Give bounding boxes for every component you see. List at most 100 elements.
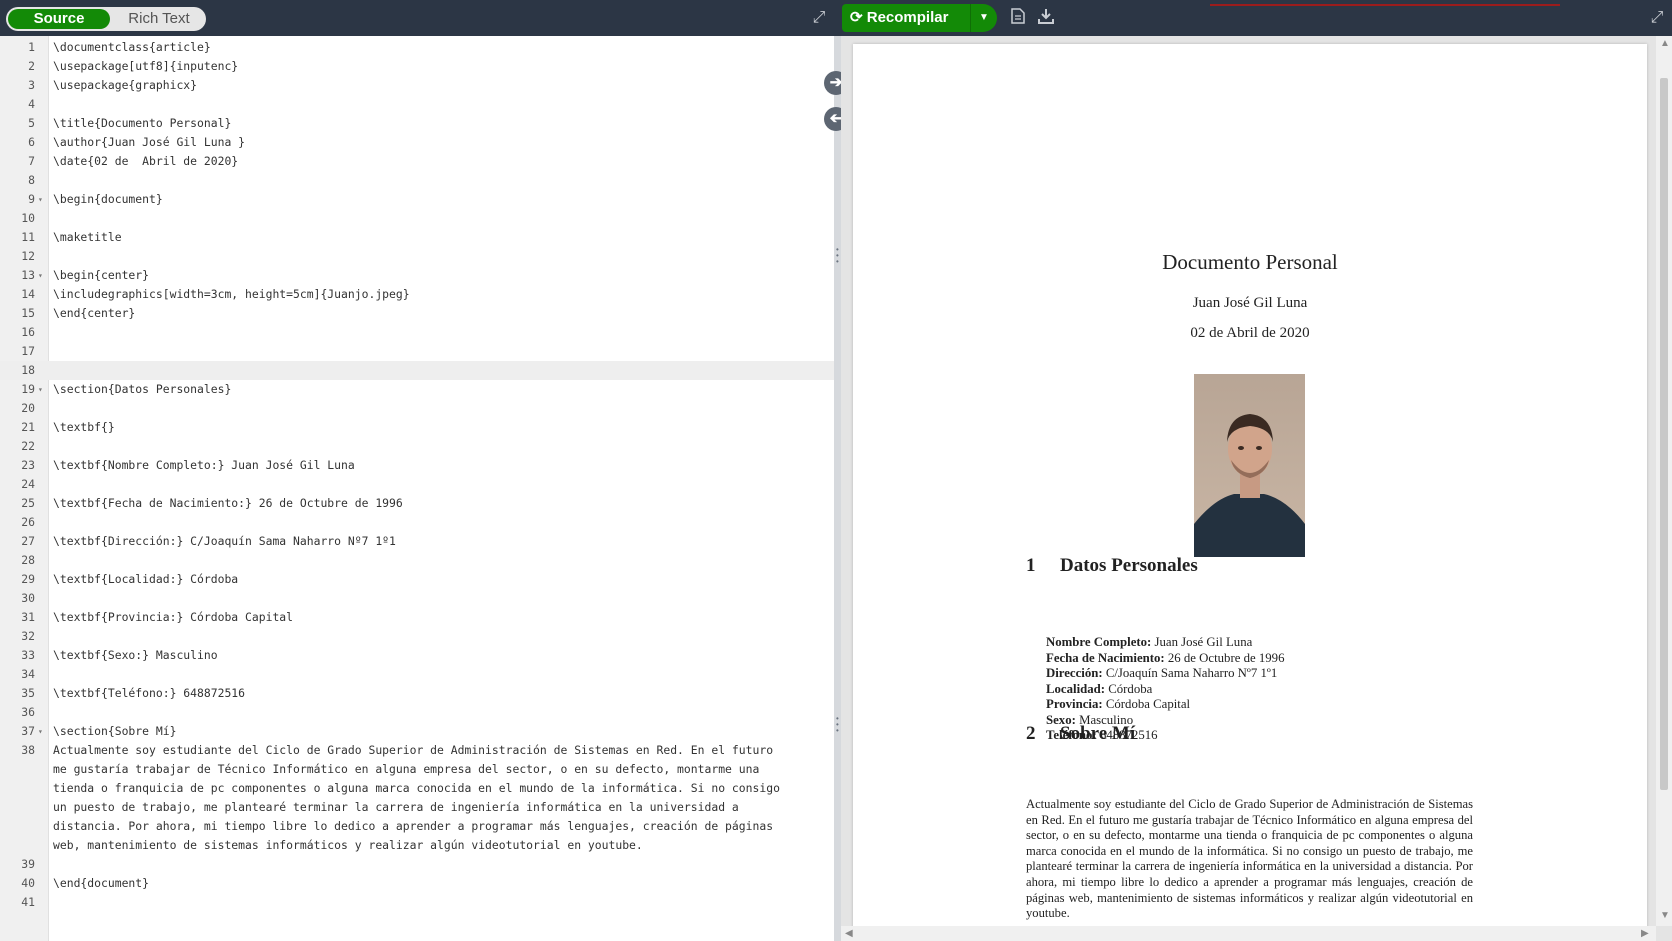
- code-text[interactable]: \maketitle: [53, 228, 122, 247]
- code-text[interactable]: \documentclass{article}: [53, 38, 211, 57]
- code-text[interactable]: \textbf{Sexo:} Masculino: [53, 646, 218, 665]
- scroll-right-icon[interactable]: ▶: [1641, 928, 1649, 939]
- code-text[interactable]: \textbf{Provincia:} Córdoba Capital: [53, 608, 293, 627]
- code-line[interactable]: 30: [0, 589, 834, 608]
- pane-splitter[interactable]: [834, 36, 841, 941]
- code-line[interactable]: me gustaría trabajar de Técnico Informát…: [0, 760, 834, 779]
- code-line[interactable]: 31 \textbf{Provincia:} Córdoba Capital: [0, 608, 834, 627]
- code-line[interactable]: 40 \end{document}: [0, 874, 834, 893]
- code-line[interactable]: 21 \textbf{}: [0, 418, 834, 437]
- code-line[interactable]: 16: [0, 323, 834, 342]
- code-line[interactable]: 34: [0, 665, 834, 684]
- code-line[interactable]: 12: [0, 247, 834, 266]
- code-text[interactable]: \textbf{Dirección:} C/Joaquín Sama Nahar…: [53, 532, 396, 551]
- code-line[interactable]: 35 \textbf{Teléfono:} 648872516: [0, 684, 834, 703]
- fold-toggle-icon[interactable]: ▾: [38, 190, 43, 209]
- scroll-left-icon[interactable]: ◀: [845, 928, 853, 939]
- code-text[interactable]: \textbf{Nombre Completo:} Juan José Gil …: [53, 456, 355, 475]
- code-text[interactable]: Actualmente soy estudiante del Ciclo de …: [53, 741, 773, 760]
- code-line[interactable]: 38 Actualmente soy estudiante del Ciclo d…: [0, 741, 834, 760]
- code-line[interactable]: 23 \textbf{Nombre Completo:} Juan José Gi…: [0, 456, 834, 475]
- scrollbar-thumb[interactable]: [1660, 78, 1668, 790]
- code-line[interactable]: 28: [0, 551, 834, 570]
- code-line[interactable]: 24: [0, 475, 834, 494]
- code-text[interactable]: \end{center}: [53, 304, 135, 323]
- code-line[interactable]: 14 \includegraphics[width=3cm, height=5cm…: [0, 285, 834, 304]
- line-number: 11: [21, 230, 35, 244]
- code-text[interactable]: \end{document}: [53, 874, 149, 893]
- expand-icon[interactable]: ⤢: [810, 9, 828, 27]
- code-line[interactable]: 18: [0, 361, 834, 380]
- code-line[interactable]: 19 ▾ \section{Datos Personales}: [0, 380, 834, 399]
- code-text[interactable]: tienda o franquicia de pc componentes o …: [53, 779, 780, 798]
- preview-horizontal-scrollbar[interactable]: ◀ ▶: [841, 926, 1656, 941]
- code-line[interactable]: 17: [0, 342, 834, 361]
- code-line[interactable]: 26: [0, 513, 834, 532]
- code-line[interactable]: 39: [0, 855, 834, 874]
- code-text[interactable]: \begin{document}: [53, 190, 163, 209]
- code-line[interactable]: 6 \author{Juan José Gil Luna }: [0, 133, 834, 152]
- code-line[interactable]: distancia. Por ahora, mi tiempo libre lo…: [0, 817, 834, 836]
- download-icon[interactable]: [1036, 8, 1056, 28]
- field-label: Provincia:: [1046, 697, 1103, 711]
- code-line[interactable]: 36: [0, 703, 834, 722]
- code-text[interactable]: \title{Documento Personal}: [53, 114, 231, 133]
- recompile-button[interactable]: ⟳ Recompilar ▼: [842, 4, 997, 32]
- code-line[interactable]: 8: [0, 171, 834, 190]
- code-text[interactable]: \begin{center}: [53, 266, 149, 285]
- code-line[interactable]: 32: [0, 627, 834, 646]
- code-line[interactable]: 1 \documentclass{article}: [0, 38, 834, 57]
- code-line[interactable]: 11 \maketitle: [0, 228, 834, 247]
- code-text[interactable]: \textbf{Teléfono:} 648872516: [53, 684, 245, 703]
- code-line[interactable]: 5 \title{Documento Personal}: [0, 114, 834, 133]
- code-text[interactable]: \usepackage[utf8]{inputenc}: [53, 57, 238, 76]
- source-mode-button[interactable]: Source: [8, 9, 110, 29]
- code-line[interactable]: 10: [0, 209, 834, 228]
- code-text[interactable]: \date{02 de Abril de 2020}: [53, 152, 238, 171]
- code-text[interactable]: \section{Datos Personales}: [53, 380, 231, 399]
- code-line[interactable]: 20: [0, 399, 834, 418]
- code-text[interactable]: \includegraphics[width=3cm, height=5cm]{…: [53, 285, 410, 304]
- code-text[interactable]: \section{Sobre Mí}: [53, 722, 176, 741]
- code-line[interactable]: un puesto de trabajo, me plantearé termi…: [0, 798, 834, 817]
- code-line[interactable]: 41: [0, 893, 834, 912]
- code-line[interactable]: web, mantenimiento de sistemas informáti…: [0, 836, 834, 855]
- code-text[interactable]: distancia. Por ahora, mi tiempo libre lo…: [53, 817, 773, 836]
- code-line[interactable]: 4: [0, 95, 834, 114]
- line-number: 35: [21, 686, 35, 700]
- fold-toggle-icon[interactable]: ▾: [38, 380, 43, 399]
- code-line[interactable]: 13 ▾ \begin{center}: [0, 266, 834, 285]
- code-line[interactable]: 3 \usepackage{graphicx}: [0, 76, 834, 95]
- code-line[interactable]: 25 \textbf{Fecha de Nacimiento:} 26 de Oc…: [0, 494, 834, 513]
- code-text[interactable]: \author{Juan José Gil Luna }: [53, 133, 245, 152]
- code-line[interactable]: 37 ▾ \section{Sobre Mí}: [0, 722, 834, 741]
- drag-handle-icon[interactable]: • • •: [836, 246, 839, 266]
- code-text[interactable]: \textbf{}: [53, 418, 115, 437]
- code-text[interactable]: \textbf{Localidad:} Córdoba: [53, 570, 238, 589]
- fold-toggle-icon[interactable]: ▾: [38, 722, 43, 741]
- scroll-up-icon[interactable]: ▲: [1660, 38, 1670, 49]
- code-text[interactable]: \usepackage{graphicx}: [53, 76, 197, 95]
- code-line[interactable]: 7 \date{02 de Abril de 2020}: [0, 152, 834, 171]
- code-text[interactable]: web, mantenimiento de sistemas informáti…: [53, 836, 643, 855]
- code-line[interactable]: 2 \usepackage[utf8]{inputenc}: [0, 57, 834, 76]
- caret-down-icon[interactable]: ▼: [970, 4, 997, 32]
- code-text[interactable]: \textbf{Fecha de Nacimiento:} 26 de Octu…: [53, 494, 403, 513]
- code-line[interactable]: 33 \textbf{Sexo:} Masculino: [0, 646, 834, 665]
- drag-handle-icon[interactable]: • • •: [836, 715, 839, 735]
- code-text[interactable]: me gustaría trabajar de Técnico Informát…: [53, 760, 759, 779]
- fold-toggle-icon[interactable]: ▾: [38, 266, 43, 285]
- scroll-down-icon[interactable]: ▼: [1660, 910, 1670, 921]
- expand-icon[interactable]: ⤢: [1648, 9, 1666, 27]
- code-line[interactable]: 22: [0, 437, 834, 456]
- document-icon[interactable]: [1008, 8, 1028, 28]
- code-line[interactable]: 15 \end{center}: [0, 304, 834, 323]
- rich-text-mode-button[interactable]: Rich Text: [112, 7, 206, 31]
- code-line[interactable]: 27 \textbf{Dirección:} C/Joaquín Sama Nah…: [0, 532, 834, 551]
- preview-vertical-scrollbar[interactable]: ▲ ▼: [1656, 36, 1672, 926]
- code-line[interactable]: 9 ▾ \begin{document}: [0, 190, 834, 209]
- source-editor[interactable]: 1 \documentclass{article} 2 \usepackage[utf…: [0, 36, 834, 941]
- code-line[interactable]: 29 \textbf{Localidad:} Córdoba: [0, 570, 834, 589]
- code-line[interactable]: tienda o franquicia de pc componentes o …: [0, 779, 834, 798]
- code-text[interactable]: un puesto de trabajo, me plantearé termi…: [53, 798, 739, 817]
